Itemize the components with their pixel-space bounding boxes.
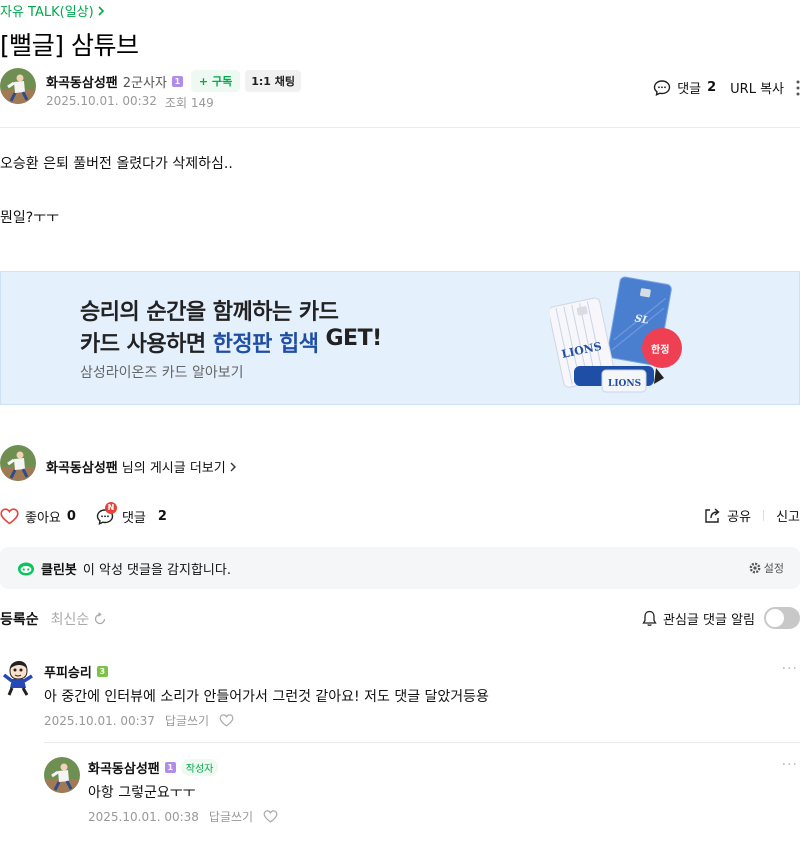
comment-label[interactable]: 댓글 xyxy=(122,507,146,526)
comment-author-name: 화곡동삼성팬 xyxy=(88,762,160,777)
sort-registered[interactable]: 등록순 xyxy=(0,609,39,629)
separator xyxy=(763,510,765,521)
like-label[interactable]: 좋아요 xyxy=(25,507,61,526)
author-name[interactable]: 화곡동삼성팬 xyxy=(46,72,118,91)
comment-more-button[interactable]: ··· xyxy=(782,757,798,773)
comment-count: 2 xyxy=(157,508,167,524)
share-icon[interactable] xyxy=(703,507,721,525)
post-title: [뻘글] 삼튜브 xyxy=(0,31,139,60)
divider xyxy=(44,742,800,743)
author-rank: 2군사자 xyxy=(122,75,167,91)
author-info: 화곡동삼성팬 2군사자 1 + 구독 1:1 채팅 xyxy=(46,70,301,92)
author-avatar[interactable] xyxy=(0,68,36,104)
more-posts-label: 님의 게시글 더보기 xyxy=(121,461,226,476)
comment-count: 2 xyxy=(707,80,717,95)
comment-icon[interactable] xyxy=(653,79,671,97)
post-body-line: 오승환 은퇴 풀버전 올렸다가 삭제하심.. xyxy=(0,156,233,172)
like-count: 0 xyxy=(66,508,76,524)
level-badge: 1 xyxy=(171,75,183,87)
ad-limited-badge: 한정 xyxy=(651,343,669,356)
cleanbot-text: 이 악성 댓글을 감지합니다. xyxy=(82,563,231,578)
post-tools: 댓글 2 URL 복사 xyxy=(653,78,800,97)
reply-button[interactable]: 답글쓰기 xyxy=(209,808,253,825)
new-badge: N xyxy=(104,502,117,514)
comment-label[interactable]: 댓글 xyxy=(677,78,701,97)
sort-latest[interactable]: 최신순 xyxy=(51,609,108,629)
chevron-right-icon xyxy=(230,462,237,472)
ad-subtitle[interactable]: 삼성라이온즈 카드 알아보기 xyxy=(80,362,243,382)
notify-label: 관심글 댓글 알림 xyxy=(663,612,755,628)
divider xyxy=(0,127,800,128)
report-button[interactable]: 신고 xyxy=(776,506,800,525)
category-label: 자유 TALK(일상) xyxy=(0,5,94,20)
more-posts-author: 화곡동삼성팬 xyxy=(46,461,118,476)
comment-meta: 2025.10.01. 00:37 답글쓰기 xyxy=(44,712,234,729)
comment-text: 아항 그렇군요ㅜㅜ xyxy=(88,785,196,801)
url-copy-button[interactable]: URL 복사 xyxy=(730,78,784,97)
refresh-icon xyxy=(93,612,107,626)
more-posts-link[interactable]: 화곡동삼성팬 님의 게시글 더보기 xyxy=(46,457,237,476)
sort-latest-label: 최신순 xyxy=(50,612,90,628)
post-meta: 2025.10.01. 00:32 조회 149 xyxy=(46,94,214,111)
comment-more-button[interactable]: ··· xyxy=(782,661,798,677)
gear-icon xyxy=(749,562,761,574)
category-link[interactable]: 자유 TALK(일상) xyxy=(0,1,105,20)
comment-date: 2025.10.01. 00:37 xyxy=(44,713,155,728)
heart-icon[interactable] xyxy=(219,714,234,727)
comment-meta: 2025.10.01. 00:38 답글쓰기 xyxy=(88,808,278,825)
author-avatar[interactable] xyxy=(0,445,36,481)
comment-notify: 관심글 댓글 알림 xyxy=(642,607,800,629)
share-bar: 공유 신고 xyxy=(703,506,800,525)
cleanbot-name: 클린봇 xyxy=(41,563,77,578)
commenter-avatar[interactable] xyxy=(44,757,80,793)
comment-sort: 등록순 최신순 xyxy=(0,609,107,629)
level-badge: 3 xyxy=(96,666,108,677)
ad-text: 카드 사용하면 xyxy=(80,332,206,357)
ad-bag-logo: LIONS xyxy=(608,379,641,389)
post-views: 조회 149 xyxy=(164,96,214,110)
comment-icon[interactable]: N xyxy=(96,502,117,526)
kebab-icon[interactable] xyxy=(796,80,800,96)
ad-card-illustration: SL LIONS LIONS 한정 xyxy=(550,274,690,402)
chevron-right-icon xyxy=(98,5,105,16)
post-date: 2025.10.01. 00:32 xyxy=(46,94,157,108)
ad-highlight: 한정판 힙색 xyxy=(212,332,319,357)
heart-icon[interactable] xyxy=(0,507,19,525)
ad-headline-2: 카드 사용하면 한정판 힙색 GET! xyxy=(80,326,382,358)
writer-badge: 작성자 xyxy=(180,759,219,776)
level-badge: 1 xyxy=(164,762,176,773)
reaction-bar: 좋아요 0 N 댓글 2 xyxy=(0,502,181,526)
comment-author[interactable]: 화곡동삼성팬 1 작성자 xyxy=(88,758,219,777)
cleanbot-icon xyxy=(17,561,35,577)
notify-toggle[interactable] xyxy=(764,607,800,629)
subscribe-button[interactable]: + 구독 xyxy=(190,70,241,92)
reply-button[interactable]: 답글쓰기 xyxy=(165,712,209,729)
comment-text: 아 중간에 인터뷰에 소리가 안들어가서 그런것 같아요! 저도 댓글 달았거등… xyxy=(44,689,489,705)
heart-icon[interactable] xyxy=(263,810,278,823)
share-label[interactable]: 공유 xyxy=(727,506,751,525)
cleanbot-settings[interactable]: 설정 xyxy=(749,560,784,576)
comment-author-name: 푸피승리 xyxy=(44,666,92,681)
ad-headline: 승리의 순간을 함께하는 카드 xyxy=(80,300,339,325)
ad-text: GET! xyxy=(325,326,382,351)
bell-icon xyxy=(642,610,657,627)
commenter-avatar[interactable] xyxy=(0,659,36,697)
settings-label: 설정 xyxy=(763,562,784,575)
comment-author[interactable]: 푸피승리 3 xyxy=(44,662,108,681)
chat-button[interactable]: 1:1 채팅 xyxy=(245,70,301,92)
cleanbot-message: 클린봇 이 악성 댓글을 감지합니다. xyxy=(17,559,231,578)
comment-date: 2025.10.01. 00:38 xyxy=(88,809,199,824)
post-body-line: 뭔일?ㅜㅜ xyxy=(0,210,59,226)
toggle-knob xyxy=(766,609,784,627)
